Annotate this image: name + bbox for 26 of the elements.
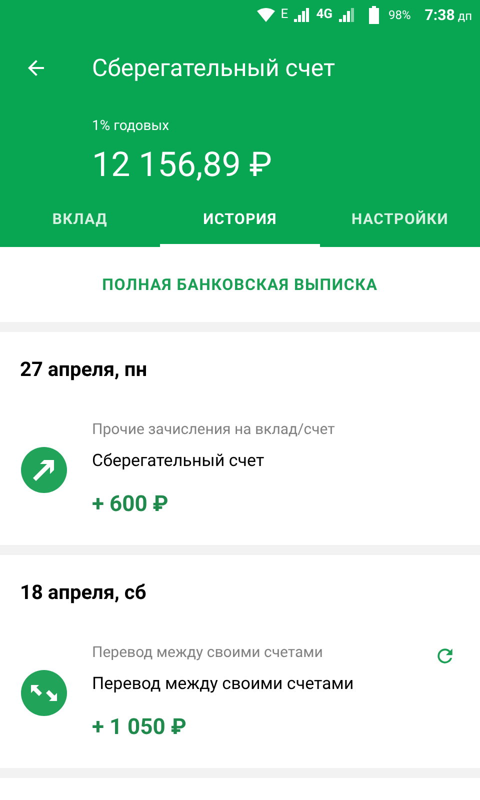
wifi-icon (256, 8, 275, 22)
swap-arrows-icon (20, 668, 68, 716)
transaction-amount: + 600 ₽ (92, 491, 170, 519)
transaction-title: Перевод между своими счетами (92, 672, 355, 696)
interest-rate: 1% годовых (92, 117, 170, 136)
screen-title: Сберегательный счет (92, 53, 336, 84)
transaction-row[interactable]: Прочие зачисления на вклад/счет Сберегательный счет + 600 ₽ (0, 384, 480, 545)
balance: 12 156,89 ₽ (92, 144, 273, 187)
battery-percent: 98% (388, 7, 411, 24)
transaction-category: Перевод между своими счетами (92, 642, 324, 663)
statement-link[interactable]: ПОЛНАЯ БАНКОВСКАЯ ВЫПИСКА (102, 272, 378, 296)
transaction-amount: + 1 050 ₽ (92, 714, 188, 742)
network-label: 4G (316, 6, 333, 24)
arrow-up-right-icon (20, 446, 68, 494)
tab[interactable]: ВКЛАД (0, 195, 160, 247)
tab[interactable]: НАСТРОЙКИ (320, 195, 480, 247)
clock: 7:38 дп (424, 4, 472, 26)
network-label: E (280, 6, 288, 24)
transaction-category: Прочие зачисления на вклад/счет (92, 419, 336, 440)
date-heading: 27 апреля, пн (19, 356, 148, 383)
signal-icon (338, 8, 355, 22)
transaction-title: Сберегательный счет (92, 450, 266, 472)
date-heading: 18 апреля, сб (19, 579, 148, 606)
battery-icon (368, 6, 379, 24)
transaction-row[interactable]: Перевод между своими счетами Перевод между своими счетами + 1 050 ₽ (0, 607, 480, 768)
signal-icon (294, 8, 310, 22)
